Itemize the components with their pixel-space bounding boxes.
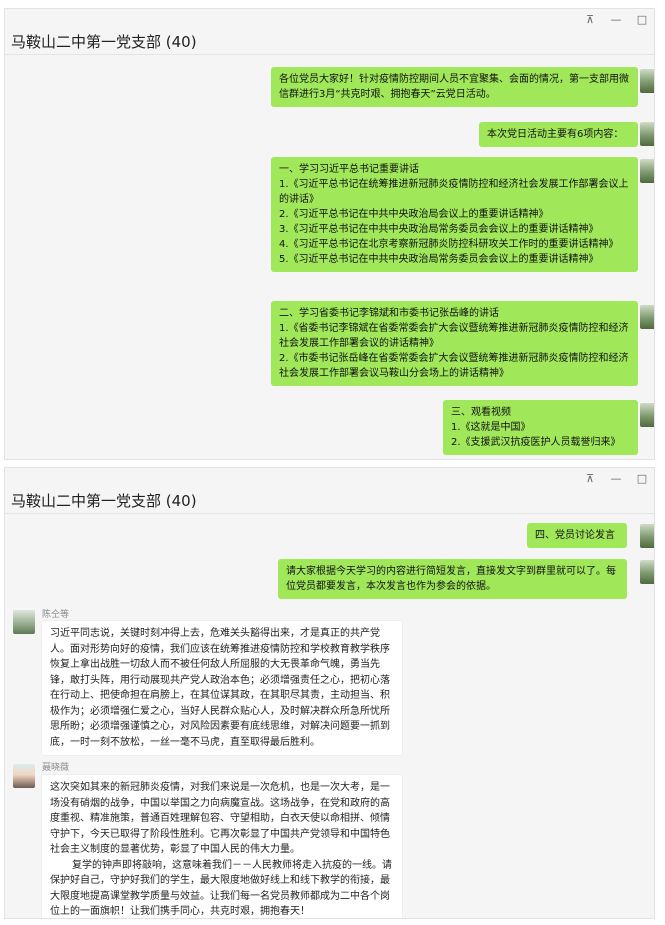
message-text: 习近平同志说，关键时刻冲得上去，危难关头豁得出来，才是真正的共产党人。面对形势向… <box>50 628 390 748</box>
sender-name: 陈仝等 <box>42 610 70 620</box>
message-text: 这次突如其来的新冠肺炎疫情，对我们来说是一次危机，也是一次大考，是一场没有硝烟的… <box>50 782 390 855</box>
maximize-icon[interactable]: □ <box>636 472 648 485</box>
chat-window-bottom: 马鞍山二中第一党支部 (40) ⊼ — □ 四、党员讨论发言 请大家根据今天学习… <box>4 467 655 919</box>
message-text: 四、党员讨论发言 <box>535 530 615 541</box>
message-text: 各位党员大家好！针对疫情防控期间人员不宜聚集、会面的情况，第一支部用微信群进行3… <box>279 74 629 100</box>
avatar[interactable] <box>640 403 654 427</box>
message-bubble[interactable]: 四、党员讨论发言 <box>527 523 627 548</box>
message-bubble[interactable]: 二、学习省委书记李锦斌和市委书记张岳峰的讲话 1.《省委书记李锦斌在省委常委会扩… <box>271 301 638 386</box>
chat-window-top: 马鞍山二中第一党支部 (40) ⊼ — □ 各位党员大家好！针对疫情防控期间人员… <box>4 8 655 460</box>
avatar[interactable] <box>640 524 654 548</box>
avatar[interactable] <box>13 610 35 634</box>
minimize-icon[interactable]: — <box>610 13 622 26</box>
message-bubble[interactable]: 各位党员大家好！针对疫情防控期间人员不宜聚集、会面的情况，第一支部用微信群进行3… <box>271 67 638 107</box>
maximize-icon[interactable]: □ <box>636 13 648 26</box>
avatar[interactable] <box>640 122 654 146</box>
window-controls: ⊼ — □ <box>584 472 648 485</box>
avatar[interactable] <box>640 560 654 584</box>
message-bubble[interactable]: 请大家根据今天学习的内容进行简短发言，直接发文字到群里就可以了。每位党员都要发言… <box>278 559 627 599</box>
message-text: 请大家根据今天学习的内容进行简短发言，直接发文字到群里就可以了。每位党员都要发言… <box>286 566 616 592</box>
message-bubble[interactable]: 一、学习习近平总书记重要讲话 1.《习近平总书记在统筹推进新冠肺炎疫情防控和经济… <box>271 157 638 272</box>
avatar[interactable] <box>640 69 654 93</box>
window-controls: ⊼ — □ <box>584 13 648 26</box>
chat-title: 马鞍山二中第一党支部 (40) <box>11 492 197 510</box>
pin-icon[interactable]: ⊼ <box>584 13 596 26</box>
avatar[interactable] <box>13 764 35 788</box>
message-text: 复学的钟声即将敲响，这意味着我们－－人民教师将走入抗疫的一线。请保护好自己，守护… <box>50 859 392 918</box>
avatar[interactable] <box>640 159 654 183</box>
message-bubble[interactable]: 习近平同志说，关键时刻冲得上去，危难关头豁得出来，才是真正的共产党人。面对形势向… <box>41 620 403 756</box>
message-bubble[interactable]: 三、观看视频 1.《这就是中国》 2.《支援武汉抗疫医护人员载誉归来》 <box>443 400 638 455</box>
chat-title: 马鞍山二中第一党支部 (40) <box>11 33 197 51</box>
message-text: 一、学习习近平总书记重要讲话 1.《习近平总书记在统筹推进新冠肺炎疫情防控和经济… <box>279 164 629 265</box>
message-bubble[interactable]: 这次突如其来的新冠肺炎疫情，对我们来说是一次危机，也是一次大考，是一场没有硝烟的… <box>41 774 403 918</box>
minimize-icon[interactable]: — <box>610 472 622 485</box>
message-text: 本次党日活动主要有6项内容： <box>487 129 624 140</box>
chat-title-bar: 马鞍山二中第一党支部 (40) ⊼ — □ <box>5 9 654 55</box>
message-text: 二、学习省委书记李锦斌和市委书记张岳峰的讲话 1.《省委书记李锦斌在省委常委会扩… <box>279 308 629 379</box>
pin-icon[interactable]: ⊼ <box>584 472 596 485</box>
sender-name: 聂晓薇 <box>42 763 70 773</box>
chat-title-bar: 马鞍山二中第一党支部 (40) ⊼ — □ <box>5 468 654 514</box>
message-bubble[interactable]: 本次党日活动主要有6项内容： <box>479 122 638 147</box>
avatar[interactable] <box>640 305 654 329</box>
message-text: 三、观看视频 1.《这就是中国》 2.《支援武汉抗疫医护人员载誉归来》 <box>451 407 621 448</box>
